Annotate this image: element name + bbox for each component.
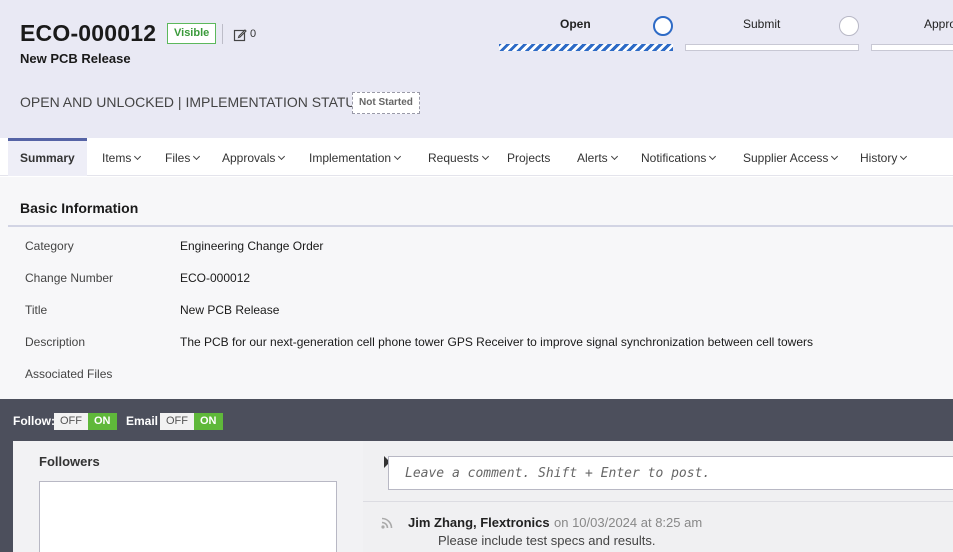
chevron-down-icon [278, 152, 286, 161]
rss-feed-icon [381, 517, 393, 529]
followers-title: Followers [39, 454, 100, 469]
comment-body: Please include test specs and results. [438, 533, 656, 548]
tab-projects[interactable]: Projects [507, 138, 550, 176]
chevron-down-icon [481, 152, 489, 161]
field-label-description: Description [25, 335, 86, 349]
record-id: ECO-000012 [20, 20, 157, 46]
edit-count: 0 [250, 28, 257, 40]
chevron-down-icon [900, 152, 908, 161]
record-status-text: OPEN AND UNLOCKED | IMPLEMENTATION STATU… [20, 94, 369, 110]
follow-toggle[interactable]: OFF ON [54, 413, 117, 430]
email-toggle-off[interactable]: OFF [160, 413, 194, 430]
chevron-down-icon [831, 152, 839, 161]
field-label-associated-files: Associated Files [25, 367, 113, 381]
tab-label: Summary [20, 151, 75, 165]
chevron-down-icon [193, 152, 201, 161]
workflow-step-open-indicator [653, 16, 673, 36]
tab-label: Implementation [309, 151, 392, 165]
workflow-step-submit[interactable]: Submit [743, 17, 780, 31]
tab-bar: Summary Items Files Approvals Implementa… [0, 138, 953, 176]
tab-supplier-access[interactable]: Supplier Access [743, 138, 839, 176]
field-label-category: Category [25, 239, 74, 253]
workflow-step-submit-indicator [839, 16, 859, 36]
visibility-badge[interactable]: Visible [167, 23, 217, 44]
tab-summary[interactable]: Summary [8, 138, 87, 176]
chevron-down-icon [709, 152, 717, 161]
basic-information-section: Basic Information Category Engineering C… [0, 177, 953, 399]
field-value-description: The PCB for our next-generation cell pho… [180, 335, 813, 349]
field-label-title: Title [25, 303, 48, 317]
tab-label: Projects [507, 151, 551, 165]
tab-label: Notifications [641, 151, 707, 165]
email-toggle[interactable]: OFF ON [160, 413, 223, 430]
header-divider [222, 24, 223, 44]
field-label-change-number: Change Number [25, 271, 114, 285]
tab-requests[interactable]: Requests [428, 138, 489, 176]
tab-label: Alerts [577, 151, 608, 165]
tab-label: Files [165, 151, 191, 165]
field-value-change-number: ECO-000012 [180, 271, 251, 285]
tab-label: Requests [428, 151, 479, 165]
section-divider [8, 225, 953, 227]
email-toggle-on[interactable]: ON [194, 413, 223, 430]
tab-notifications[interactable]: Notifications [641, 138, 717, 176]
comment-divider [363, 501, 953, 502]
record-title: New PCB Release [20, 51, 131, 66]
workflow-step-open-progress [499, 44, 673, 51]
tab-label: Supplier Access [743, 151, 829, 165]
follow-toggle-on[interactable]: ON [88, 413, 117, 430]
comment-input[interactable] [388, 456, 953, 490]
tab-label: History [860, 151, 898, 165]
implementation-status-badge: Not Started [352, 92, 420, 114]
tab-label: Approvals [222, 151, 276, 165]
tab-files[interactable]: Files [165, 138, 201, 176]
email-label: Email [126, 414, 159, 428]
edit-icon[interactable] [233, 28, 247, 42]
tab-implementation[interactable]: Implementation [309, 138, 402, 176]
field-value-title: New PCB Release [180, 303, 280, 317]
tab-alerts[interactable]: Alerts [577, 138, 618, 176]
workflow-step-open[interactable]: Open [560, 17, 591, 31]
field-value-category: Engineering Change Order [180, 239, 324, 253]
section-title: Basic Information [20, 200, 139, 216]
comments-panel: Jim Zhang, Flextronics on 10/03/2024 at … [363, 441, 953, 552]
followers-panel: Followers [13, 441, 363, 552]
chevron-down-icon [610, 152, 618, 161]
comment-author[interactable]: Jim Zhang, Flextronics [408, 515, 550, 530]
chevron-down-icon [134, 152, 142, 161]
tab-approvals[interactable]: Approvals [222, 138, 286, 176]
follow-toggle-off[interactable]: OFF [54, 413, 88, 430]
tab-history[interactable]: History [860, 138, 908, 176]
tab-label: Items [102, 151, 132, 165]
follow-label: Follow: [13, 414, 55, 428]
workflow-step-submit-progress [685, 44, 859, 51]
followers-list[interactable] [39, 481, 337, 552]
record-header: ECO-000012 Visible 0 New PCB Release OPE… [0, 0, 953, 138]
workflow-step-approve-progress [871, 44, 953, 51]
tab-items[interactable]: Items [102, 138, 142, 176]
chevron-down-icon [394, 152, 402, 161]
comment-timestamp: on 10/03/2024 at 8:25 am [554, 515, 703, 530]
social-panel: Follow: OFF ON Email OFF ON Followers Ji… [0, 399, 953, 552]
workflow-step-approve[interactable]: Appro [924, 17, 953, 31]
